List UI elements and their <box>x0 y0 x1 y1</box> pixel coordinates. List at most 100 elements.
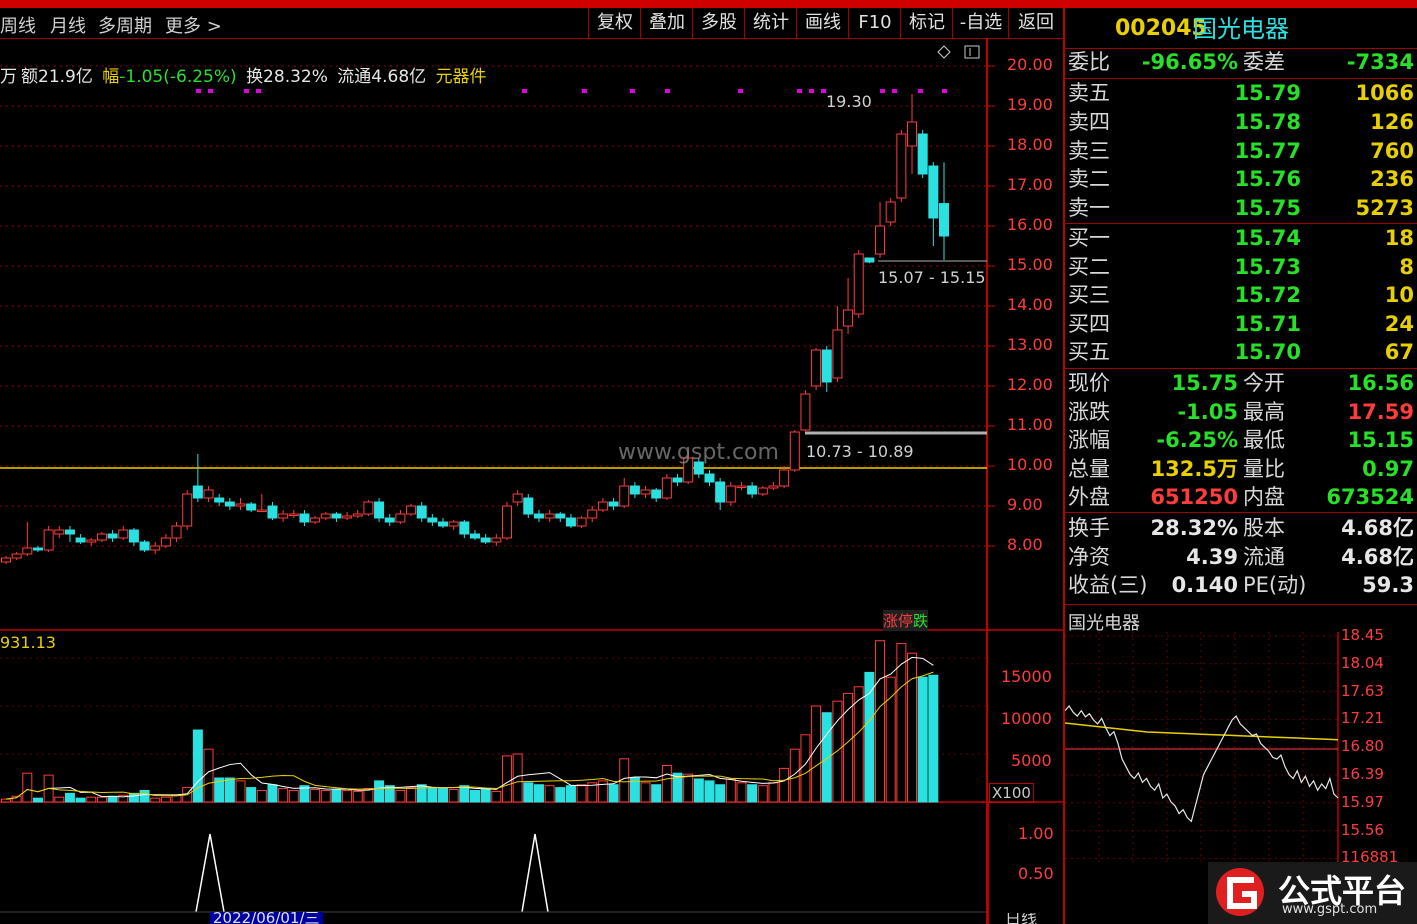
candle <box>86 538 97 546</box>
stat-row: 涨幅 -6.25% 最低 15.15 <box>1065 426 1417 454</box>
ask-label: 卖三 <box>1068 138 1110 163</box>
ask-row[interactable]: 卖五 15.79 1066 <box>1065 79 1417 107</box>
candle <box>342 512 353 520</box>
candle <box>704 470 715 486</box>
back-button[interactable]: 返回 <box>1008 8 1063 38</box>
bid-row[interactable]: 买五 15.70 67 <box>1065 338 1417 366</box>
stat-value: 0.97 <box>1362 456 1414 481</box>
candle <box>853 250 864 318</box>
volume-bar <box>203 748 214 803</box>
bid-price: 15.73 <box>1234 254 1301 279</box>
candle <box>459 520 470 538</box>
draw-line-button[interactable]: 画线 <box>796 8 849 38</box>
f10-button[interactable]: F10 <box>848 8 901 38</box>
volume-bar <box>757 785 768 803</box>
candle <box>811 348 822 390</box>
intraday-axis-label: 18.45 <box>1341 626 1384 644</box>
volume-bar <box>811 705 822 803</box>
price-axis-label: 10.00 <box>1007 455 1053 474</box>
candle <box>480 534 491 544</box>
overlay-button[interactable]: 叠加 <box>640 8 693 38</box>
volume-bar <box>150 797 161 803</box>
indicator-peak-2 <box>521 833 549 913</box>
volume-bar <box>75 797 86 803</box>
price-axis-label: 9.00 <box>1007 495 1043 514</box>
bid-row[interactable]: 买一 15.74 18 <box>1065 224 1417 252</box>
intraday-axis-label: 15.56 <box>1341 820 1384 839</box>
ask-row[interactable]: 卖四 15.78 126 <box>1065 108 1417 136</box>
vol-axis-10000: 10000 <box>1001 709 1052 728</box>
fund-label: 净资 <box>1068 544 1110 569</box>
volume-bar <box>907 652 918 803</box>
ask-row[interactable]: 卖三 15.77 760 <box>1065 137 1417 165</box>
candle <box>278 510 289 522</box>
stat-value: 651250 <box>1150 485 1238 510</box>
candle <box>182 490 193 530</box>
adjust-button[interactable]: 复权 <box>588 8 641 38</box>
window-icon[interactable] <box>964 45 980 59</box>
stat-row: 现价 15.75 今开 16.56 <box>1065 369 1417 397</box>
candle <box>619 478 630 508</box>
candles-group <box>1 94 949 564</box>
candle <box>139 540 150 552</box>
price-axis-label: 19.00 <box>1007 95 1053 114</box>
bid-label: 买二 <box>1068 254 1110 279</box>
fund-label: 股本 <box>1243 516 1285 540</box>
signal-marker <box>630 89 635 93</box>
kline-chart[interactable] <box>0 38 1063 924</box>
candle <box>821 346 832 392</box>
intraday-axis-label: 16.39 <box>1341 765 1384 783</box>
candle <box>779 466 790 488</box>
volume-bar <box>544 785 555 803</box>
ask-volume: 1066 <box>1355 81 1414 105</box>
ind-axis-1: 1.00 <box>1018 824 1054 843</box>
signal-marker <box>809 89 814 93</box>
candle <box>917 130 928 178</box>
vol-axis-5000: 5000 <box>1011 751 1052 770</box>
signal-marker <box>196 89 201 93</box>
stats-button[interactable]: 统计 <box>744 8 797 38</box>
ask-price: 15.78 <box>1234 109 1301 134</box>
candle <box>597 498 608 512</box>
bid-volume: 10 <box>1384 283 1414 308</box>
bid-row[interactable]: 买四 15.71 24 <box>1065 310 1417 338</box>
title-bar <box>0 0 1417 8</box>
ask-row[interactable]: 卖一 15.75 5273 <box>1065 194 1417 222</box>
volume-bar <box>704 780 715 803</box>
price-axis-label: 18.00 <box>1007 135 1053 154</box>
candle <box>246 502 257 512</box>
candle <box>725 482 736 506</box>
diamond-icon[interactable] <box>937 45 951 59</box>
stat-label: 涨幅 <box>1068 428 1110 453</box>
site-logo: 公式平台 www.gspt.com <box>1208 862 1417 924</box>
multi-period-tab[interactable]: 多周期 <box>98 12 152 38</box>
bid-row[interactable]: 买二 15.73 8 <box>1065 253 1417 281</box>
candle <box>352 510 363 518</box>
volume-bar <box>160 796 171 803</box>
more-menu[interactable]: 更多 > <box>165 12 222 38</box>
multi-stock-button[interactable]: 多股 <box>692 8 745 38</box>
bid-row[interactable]: 买三 15.72 10 <box>1065 281 1417 309</box>
candle <box>416 502 427 522</box>
period-label[interactable]: 日线 <box>1005 913 1037 924</box>
candle <box>832 306 843 382</box>
stat-label: 现价 <box>1068 371 1110 395</box>
stat-row: 外盘 651250 内盘 673524 <box>1065 483 1417 511</box>
ask-volume: 5273 <box>1355 196 1414 221</box>
remove-watchlist-button[interactable]: -自选 <box>952 8 1009 38</box>
candle <box>757 486 768 496</box>
candle <box>491 534 502 546</box>
volume-bar <box>342 789 353 803</box>
price-axis-label: 8.00 <box>1007 535 1043 554</box>
mark-button[interactable]: 标记 <box>900 8 953 38</box>
volume-bar <box>875 640 886 803</box>
high-price-label: 19.30 <box>826 92 872 111</box>
fund-label: 流通 <box>1243 544 1285 569</box>
volume-bar <box>853 686 864 803</box>
weekly-tab[interactable]: 周线 <box>0 12 36 38</box>
candle <box>875 202 886 258</box>
ask-row[interactable]: 卖二 15.76 236 <box>1065 165 1417 193</box>
candle <box>576 516 587 528</box>
stat-label: 最高 <box>1243 399 1285 424</box>
monthly-tab[interactable]: 月线 <box>50 12 86 38</box>
